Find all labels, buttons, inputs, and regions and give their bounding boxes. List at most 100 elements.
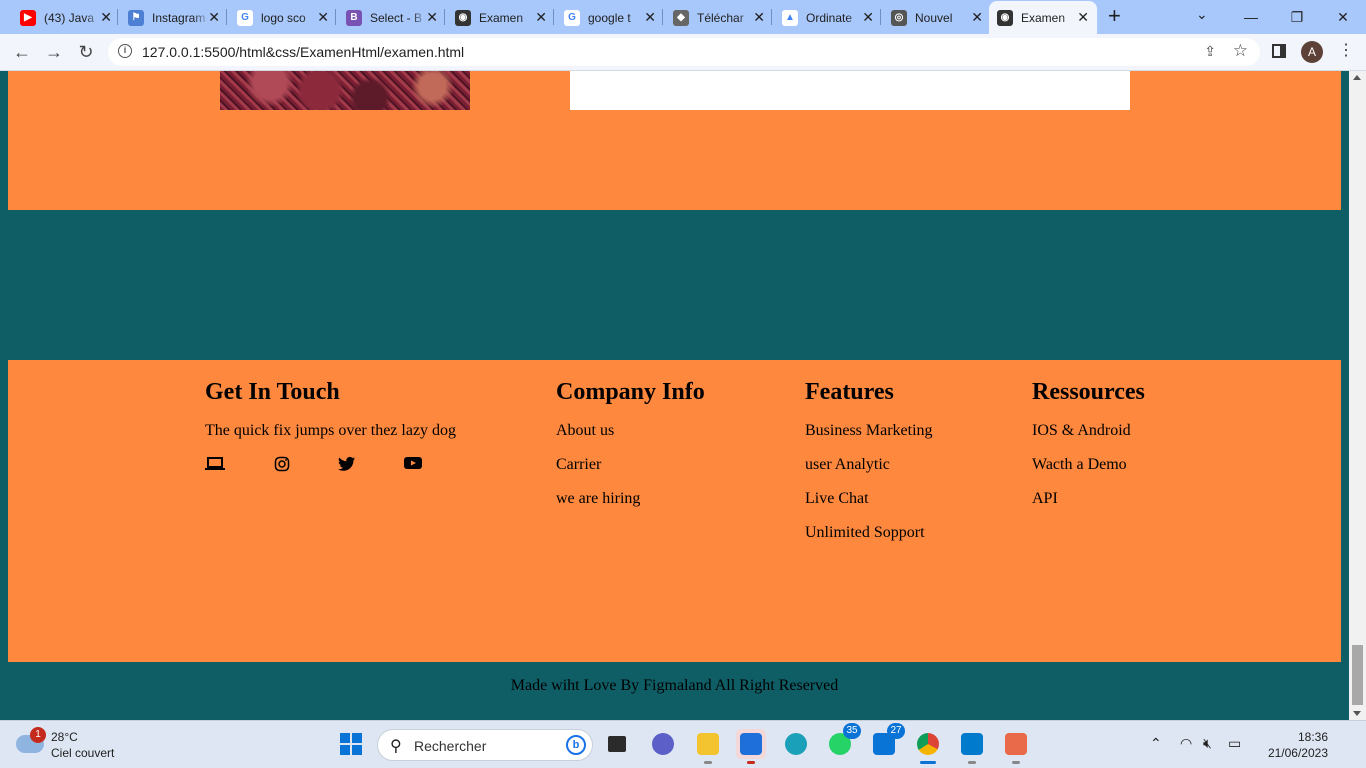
globe-icon: ◉ [455,9,471,26]
scroll-up-arrow-icon[interactable] [1353,75,1361,80]
page-viewport: Get In Touch The quick fix jumps over th… [0,71,1349,720]
mail-icon[interactable]: 27 [869,723,905,759]
bookmark-star-icon[interactable]: ☆ [1233,41,1248,61]
weather-widget[interactable]: 1 28°C Ciel couvert [16,727,136,763]
youtube-icon[interactable] [404,456,422,475]
footer-link-watch-demo[interactable]: Wacth a Demo [1032,456,1145,474]
cap-icon: ◆ [673,9,689,26]
footer-link-carrier[interactable]: Carrier [556,456,705,474]
scroll-down-arrow-icon[interactable] [1353,711,1361,716]
footer: Get In Touch The quick fix jumps over th… [8,360,1341,662]
footer-link-user-analytic[interactable]: user Analytic [805,456,933,474]
social-links [205,456,456,474]
teams-chat-icon[interactable] [648,729,678,759]
footer-heading: Ressources [1032,379,1145,405]
tab-title: (43) Java [44,10,95,25]
battery-icon[interactable]: ▭ [1228,735,1241,752]
side-panel-icon[interactable] [1272,44,1286,58]
minimize-button[interactable]: — [1228,0,1274,34]
drive-icon: ▲ [782,9,798,26]
footer-link-live-chat[interactable]: Live Chat [805,490,933,508]
tab-title: Ordinate [806,10,853,25]
bing-icon[interactable]: b [566,735,586,755]
tab-separator [662,9,663,25]
restore-button[interactable]: ❐ [1274,0,1320,34]
footer-link-about-us[interactable]: About us [556,422,705,440]
tab-separator [335,9,336,25]
weather-condition: Ciel couvert [51,746,115,760]
tab-search-icon[interactable]: ⌄ [1196,6,1208,23]
menu-kebab-icon[interactable]: ⋮ [1338,41,1354,61]
volume-muted-icon[interactable]: 🔇︎ [1203,735,1212,752]
windows-start-icon[interactable] [340,733,362,755]
taskbar-search[interactable]: ⚲ Rechercher b [377,729,593,761]
footer-link-hiring[interactable]: we are hiring [556,490,705,508]
tab-close-icon[interactable]: ✕ [644,10,656,24]
footer-link-api[interactable]: API [1032,490,1145,508]
instagram-icon[interactable] [274,456,290,477]
browser-tab[interactable]: ⚑ Instagram ✕ [120,1,228,34]
search-icon: ⚲ [390,738,402,755]
browser-tab[interactable]: ◉ Examen ✕ [989,1,1097,34]
forward-arrow-icon[interactable]: → [42,41,66,63]
file-explorer-icon[interactable] [693,729,723,764]
share-icon[interactable]: ⇪ [1204,43,1216,60]
tab-close-icon[interactable]: ✕ [426,10,438,24]
browser-tab[interactable]: ◉ Examen ✕ [447,1,555,34]
show-hidden-icons-chevron-icon[interactable]: ⌃ [1150,735,1162,752]
page-scrollbar[interactable] [1349,71,1366,720]
google-icon: G [237,9,253,26]
browser-tab[interactable]: B Select - B ✕ [338,1,446,34]
browser-tab[interactable]: Ggoogle t ✕ [556,1,664,34]
browser-tab[interactable]: Glogo sco ✕ [229,1,337,34]
tab-title: Instagram [152,10,206,25]
tab-close-icon[interactable]: ✕ [535,10,547,24]
scroll-thumb[interactable] [1352,645,1363,705]
tab-close-icon[interactable]: ✕ [1077,10,1089,24]
back-arrow-icon[interactable]: ← [10,41,34,63]
microsoft-store-icon[interactable] [736,729,766,764]
tab-separator [771,9,772,25]
site-info-icon[interactable]: i [118,44,132,58]
google-icon: G [564,9,580,26]
profile-avatar[interactable]: A [1301,41,1323,63]
browser-tab[interactable]: ◆ Téléchar ✕ [665,1,773,34]
wifi-icon[interactable]: ◠ [1180,735,1192,752]
window-controls: — ❐ ✕ [1228,0,1366,34]
task-view-icon[interactable] [602,729,632,759]
laptop-icon[interactable] [205,456,225,477]
reload-icon[interactable]: ↻ [74,41,98,63]
tab-separator [117,9,118,25]
tab-strip: ▶ (43) Java ✕ ⚑ Instagram ✕ Glogo sco ✕ B Select … [0,0,1366,34]
footer-link-unlimited-support[interactable]: Unlimited Sopport [805,524,933,542]
whatsapp-badge: 35 [843,723,861,739]
address-bar[interactable]: i 127.0.0.1:5500/html&css/ExamenHtml/exa… [108,38,1260,66]
browser-tab[interactable]: ▶ (43) Java ✕ [12,1,120,34]
twitter-icon[interactable] [338,456,356,477]
whatsapp-icon[interactable]: 35 [825,723,861,759]
taskbar-clock[interactable]: 18:36 21/06/2023 [1258,729,1328,761]
windows-taskbar: 1 28°C Ciel couvert ⚲ Rechercher b 35 27… [0,720,1366,768]
tab-close-icon[interactable]: ✕ [100,10,112,24]
tab-separator [880,9,881,25]
close-window-button[interactable]: ✕ [1320,0,1366,34]
vscode-icon[interactable] [957,729,987,764]
new-tab-button[interactable]: + [1108,5,1121,27]
chrome-icon[interactable] [913,729,943,764]
tab-close-icon[interactable]: ✕ [208,10,220,24]
tab-close-icon[interactable]: ✕ [317,10,329,24]
footer-heading: Company Info [556,379,705,405]
footer-col-features: Features Business Marketing user Analyti… [805,378,933,558]
browser-tab[interactable]: ▲ Ordinate ✕ [774,1,882,34]
tab-close-icon[interactable]: ✕ [753,10,765,24]
content-image [220,71,470,110]
tab-close-icon[interactable]: ✕ [971,10,983,24]
edge-icon[interactable] [781,729,811,759]
url-text[interactable]: 127.0.0.1:5500/html&css/ExamenHtml/exame… [142,44,464,60]
tab-close-icon[interactable]: ✕ [862,10,874,24]
mail-badge: 27 [887,723,905,739]
browser-tab[interactable]: ◎ Nouvel ✕ [883,1,991,34]
footer-link-ios-android[interactable]: IOS & Android [1032,422,1145,440]
footer-link-business-marketing[interactable]: Business Marketing [805,422,933,440]
snipping-tool-icon[interactable] [1001,729,1031,764]
